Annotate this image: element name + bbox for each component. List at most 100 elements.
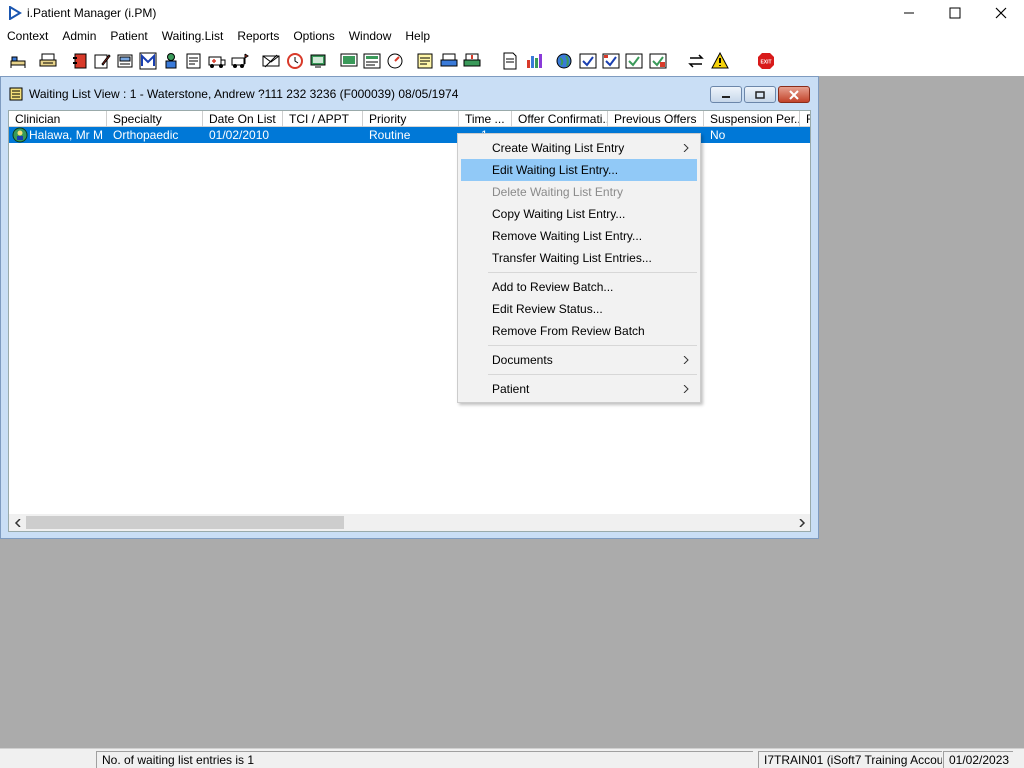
- book-red-icon: [73, 53, 87, 69]
- column-header-tci-appt[interactable]: TCI / APPT: [283, 111, 363, 127]
- menu-help[interactable]: Help: [398, 26, 437, 46]
- menu-item-edit-waiting-list-entry[interactable]: Edit Waiting List Entry...: [461, 159, 697, 181]
- menu-waiting-list[interactable]: Waiting.List: [155, 26, 231, 46]
- toolbar-person-button[interactable]: [160, 50, 182, 72]
- child-restore-button[interactable]: [744, 86, 776, 103]
- column-header-f[interactable]: F: [800, 111, 810, 127]
- toolbar: EXIT: [0, 46, 1024, 76]
- toolbar-exit-button[interactable]: EXIT: [755, 50, 777, 72]
- menu-item-transfer-waiting-list-entries[interactable]: Transfer Waiting List Entries...: [461, 247, 697, 269]
- toolbar-ambulance-button[interactable]: [206, 50, 228, 72]
- toolbar-warning-button[interactable]: [709, 50, 731, 72]
- toolbar-bar-chart-button[interactable]: [523, 50, 545, 72]
- menu-item-add-to-review-batch[interactable]: Add to Review Batch...: [461, 276, 697, 298]
- menu-item-label: Edit Waiting List Entry...: [492, 163, 619, 177]
- toolbar-clock-button[interactable]: [284, 50, 306, 72]
- toolbar-scan-button[interactable]: [114, 50, 136, 72]
- scan-icon: [117, 54, 133, 68]
- printer3-icon: [463, 53, 481, 67]
- status-date: 01/02/2023: [943, 751, 1013, 768]
- menu-item-copy-waiting-list-entry[interactable]: Copy Waiting List Entry...: [461, 203, 697, 225]
- menu-item-patient[interactable]: Patient: [461, 378, 697, 400]
- check-form2-icon: [602, 53, 620, 69]
- toolbar-printer3-button[interactable]: [461, 50, 483, 72]
- close-button[interactable]: [978, 0, 1024, 26]
- column-header-specialty[interactable]: Specialty: [107, 111, 203, 127]
- chevron-right-icon: [798, 518, 805, 527]
- patient-record-icon: [12, 127, 28, 143]
- toolbar-form-button[interactable]: [361, 50, 383, 72]
- menu-item-edit-review-status[interactable]: Edit Review Status...: [461, 298, 697, 320]
- menu-item-create-waiting-list-entry[interactable]: Create Waiting List Entry: [461, 137, 697, 159]
- column-header-priority[interactable]: Priority: [363, 111, 459, 127]
- notes-icon: [186, 53, 201, 69]
- svg-text:EXIT: EXIT: [760, 60, 771, 66]
- toolbar-screen-button[interactable]: [338, 50, 360, 72]
- column-header-suspension-period[interactable]: Suspension Per...: [704, 111, 800, 127]
- maximize-icon: [949, 7, 961, 19]
- cell-specialty: Orthopaedic: [113, 128, 179, 142]
- column-header-date-on-list[interactable]: Date On List: [203, 111, 283, 127]
- menu-item-delete-waiting-list-entry[interactable]: Delete Waiting List Entry: [461, 181, 697, 203]
- menu-separator: [488, 345, 697, 346]
- app-titlebar: i.Patient Manager (i.PM): [0, 0, 1024, 26]
- toolbar-envelope-button[interactable]: [260, 50, 282, 72]
- toolbar-book-button[interactable]: [69, 50, 91, 72]
- maximize-button[interactable]: [932, 0, 978, 26]
- window-controls: [886, 0, 1024, 26]
- menu-admin[interactable]: Admin: [55, 26, 103, 46]
- exit-icon: EXIT: [758, 53, 774, 69]
- chevron-left-icon: [14, 518, 21, 527]
- toolbar-page-button[interactable]: [499, 50, 521, 72]
- scroll-left-button[interactable]: [9, 514, 26, 531]
- minimize-button[interactable]: [886, 0, 932, 26]
- toolbar-check-form4-button[interactable]: [647, 50, 669, 72]
- toolbar-bed-button[interactable]: [7, 50, 29, 72]
- toolbar-print-button[interactable]: [37, 50, 59, 72]
- toolbar-globe-button[interactable]: [553, 50, 575, 72]
- toolbar-monitor-button[interactable]: [307, 50, 329, 72]
- restore-icon: [755, 90, 765, 99]
- scroll-right-button[interactable]: [793, 514, 810, 531]
- cell-priority: Routine: [369, 128, 411, 142]
- menu-item-remove-from-review-batch[interactable]: Remove From Review Batch: [461, 320, 697, 342]
- column-header-clinician[interactable]: Clinician: [9, 111, 107, 127]
- toolbar-check-form2-button[interactable]: [600, 50, 622, 72]
- toolbar-check-form-button[interactable]: [577, 50, 599, 72]
- scrollbar-thumb[interactable]: [26, 516, 344, 529]
- ambulance-flag-icon: [231, 53, 249, 68]
- menu-item-documents[interactable]: Documents: [461, 349, 697, 371]
- toolbar-printer2-button[interactable]: [438, 50, 460, 72]
- child-minimize-button[interactable]: [710, 86, 742, 103]
- toolbar-memo-button[interactable]: [414, 50, 436, 72]
- menu-item-label: Create Waiting List Entry: [492, 141, 625, 155]
- ambulance-icon: [208, 56, 226, 68]
- column-header-previous-offers[interactable]: Previous Offers: [608, 111, 704, 127]
- context-menu: Create Waiting List Entry Edit Waiting L…: [457, 133, 701, 403]
- menu-window[interactable]: Window: [342, 26, 399, 46]
- child-window-controls: [710, 86, 810, 103]
- column-header-offer-confirmation[interactable]: Offer Confirmati...: [512, 111, 608, 127]
- screen-icon: [340, 53, 358, 67]
- toolbar-ambulance-flag-button[interactable]: [229, 50, 251, 72]
- menu-patient[interactable]: Patient: [103, 26, 154, 46]
- minimize-icon: [904, 12, 914, 14]
- menu-options[interactable]: Options: [286, 26, 341, 46]
- toolbar-dial-button[interactable]: [384, 50, 406, 72]
- table-header: Clinician Specialty Date On List TCI / A…: [9, 111, 810, 127]
- toolbar-check-form3-button[interactable]: [623, 50, 645, 72]
- child-close-button[interactable]: [778, 86, 810, 103]
- column-header-time[interactable]: Time ...: [459, 111, 512, 127]
- menu-separator: [488, 374, 697, 375]
- toolbar-notes-button[interactable]: [183, 50, 205, 72]
- toolbar-edit-doc-button[interactable]: [91, 50, 113, 72]
- menu-reports[interactable]: Reports: [230, 26, 286, 46]
- toolbar-m-button[interactable]: [137, 50, 159, 72]
- cell-suspension-period: No: [710, 128, 726, 142]
- status-account: I7TRAIN01 (iSoft7 Training Account): [758, 751, 942, 768]
- toolbar-swap-button[interactable]: [685, 50, 707, 72]
- menu-context[interactable]: Context: [0, 26, 55, 46]
- menu-item-label: Transfer Waiting List Entries...: [492, 251, 652, 265]
- menu-item-remove-waiting-list-entry[interactable]: Remove Waiting List Entry...: [461, 225, 697, 247]
- horizontal-scrollbar[interactable]: [9, 514, 810, 531]
